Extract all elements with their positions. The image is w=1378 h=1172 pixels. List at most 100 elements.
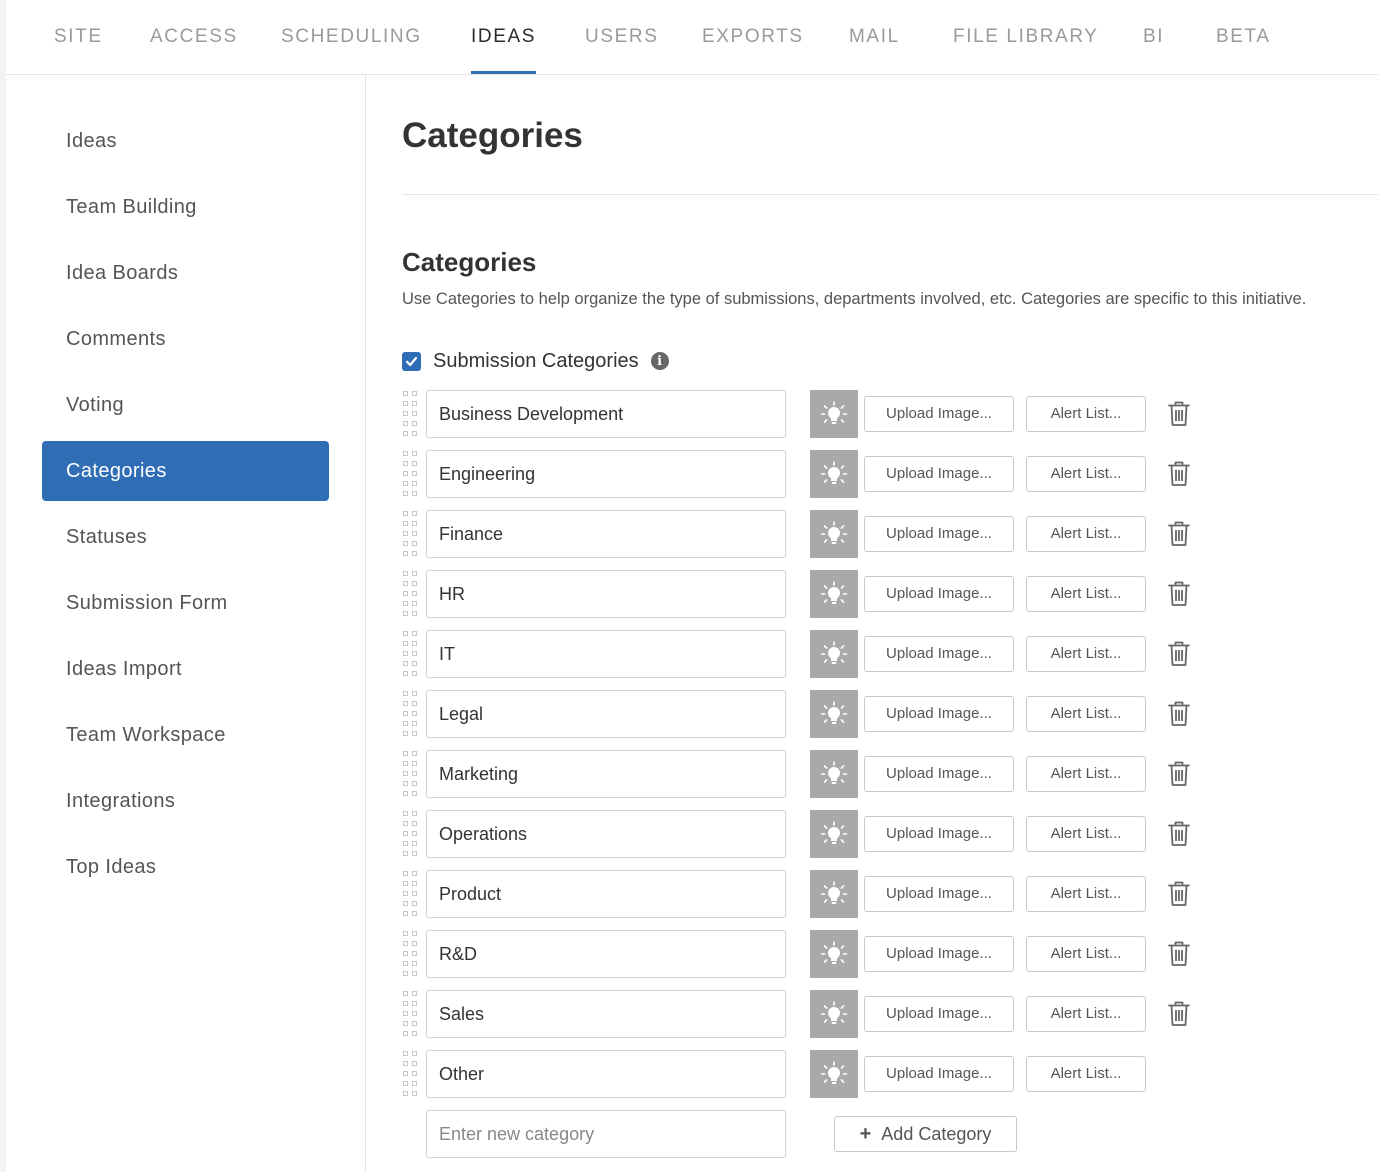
category-name-input[interactable]	[426, 750, 786, 798]
sidebar-item-integrations[interactable]: Integrations	[42, 771, 329, 831]
trash-icon[interactable]	[1168, 461, 1190, 487]
sidebar-item-submission-form[interactable]: Submission Form	[42, 573, 329, 633]
trash-icon[interactable]	[1168, 641, 1190, 667]
sidebar-item-comments[interactable]: Comments	[42, 309, 329, 369]
alert-list-button[interactable]: Alert List...	[1026, 1056, 1146, 1092]
tab-scheduling[interactable]: SCHEDULING	[281, 26, 422, 48]
lightbulb-icon	[820, 521, 848, 544]
alert-list-button[interactable]: Alert List...	[1026, 576, 1146, 612]
drag-handle-icon[interactable]	[402, 510, 420, 558]
trash-icon[interactable]	[1168, 821, 1190, 847]
category-name-input[interactable]	[426, 930, 786, 978]
trash-icon[interactable]	[1168, 401, 1190, 427]
drag-handle-icon[interactable]	[402, 570, 420, 618]
category-row: Upload Image... Alert List...	[402, 630, 1202, 678]
category-icon-button[interactable]	[810, 630, 858, 678]
drag-handle-icon[interactable]	[402, 810, 420, 858]
category-name-input[interactable]	[426, 390, 786, 438]
alert-list-button[interactable]: Alert List...	[1026, 456, 1146, 492]
sidebar-item-team-workspace[interactable]: Team Workspace	[42, 705, 329, 765]
tab-bi[interactable]: BI	[1143, 26, 1164, 48]
tab-ideas[interactable]: IDEAS	[471, 26, 537, 74]
info-icon[interactable]: i	[650, 352, 669, 370]
trash-icon[interactable]	[1168, 941, 1190, 967]
alert-list-button[interactable]: Alert List...	[1026, 396, 1146, 432]
tab-mail[interactable]: MAIL	[849, 26, 900, 48]
category-icon-button[interactable]	[810, 990, 858, 1038]
drag-handle-icon[interactable]	[402, 450, 420, 498]
alert-list-button[interactable]: Alert List...	[1026, 756, 1146, 792]
tab-users[interactable]: USERS	[585, 26, 658, 48]
drag-handle-icon[interactable]	[402, 1050, 420, 1098]
tab-site[interactable]: SITE	[54, 26, 103, 48]
upload-image-button[interactable]: Upload Image...	[864, 1056, 1014, 1092]
category-name-input[interactable]	[426, 690, 786, 738]
upload-image-button[interactable]: Upload Image...	[864, 696, 1014, 732]
sidebar-item-categories[interactable]: Categories	[42, 441, 329, 501]
trash-icon[interactable]	[1168, 881, 1190, 907]
category-name-input[interactable]	[426, 510, 786, 558]
trash-icon[interactable]	[1168, 581, 1190, 607]
trash-icon[interactable]	[1168, 521, 1190, 547]
drag-handle-icon[interactable]	[402, 390, 420, 438]
sidebar-item-ideas-import[interactable]: Ideas Import	[42, 639, 329, 699]
category-name-input[interactable]	[426, 990, 786, 1038]
category-name-input[interactable]	[426, 810, 786, 858]
trash-icon[interactable]	[1168, 701, 1190, 727]
tab-access[interactable]: ACCESS	[150, 26, 238, 48]
category-name-input[interactable]	[426, 630, 786, 678]
sidebar-item-statuses[interactable]: Statuses	[42, 507, 329, 567]
category-name-input[interactable]	[426, 870, 786, 918]
upload-image-button[interactable]: Upload Image...	[864, 456, 1014, 492]
upload-image-button[interactable]: Upload Image...	[864, 936, 1014, 972]
category-icon-button[interactable]	[810, 570, 858, 618]
upload-image-button[interactable]: Upload Image...	[864, 816, 1014, 852]
alert-list-button[interactable]: Alert List...	[1026, 996, 1146, 1032]
category-icon-button[interactable]	[810, 510, 858, 558]
drag-handle-icon[interactable]	[402, 690, 420, 738]
trash-icon[interactable]	[1168, 1001, 1190, 1027]
alert-list-button[interactable]: Alert List...	[1026, 936, 1146, 972]
tab-beta[interactable]: BETA	[1216, 26, 1271, 48]
category-name-input[interactable]	[426, 1050, 786, 1098]
category-icon-button[interactable]	[810, 810, 858, 858]
new-category-input[interactable]	[426, 1110, 786, 1158]
upload-image-button[interactable]: Upload Image...	[864, 876, 1014, 912]
alert-list-button[interactable]: Alert List...	[1026, 816, 1146, 852]
add-category-button[interactable]: + Add Category	[834, 1116, 1017, 1152]
drag-handle-icon[interactable]	[402, 990, 420, 1038]
sidebar-item-voting[interactable]: Voting	[42, 375, 329, 435]
upload-image-button[interactable]: Upload Image...	[864, 576, 1014, 612]
category-name-input[interactable]	[426, 570, 786, 618]
trash-icon[interactable]	[1168, 761, 1190, 787]
submission-categories-label[interactable]: Submission Categories	[433, 350, 639, 373]
upload-image-button[interactable]: Upload Image...	[864, 996, 1014, 1032]
upload-image-button[interactable]: Upload Image...	[864, 636, 1014, 672]
category-icon-button[interactable]	[810, 690, 858, 738]
upload-image-button[interactable]: Upload Image...	[864, 516, 1014, 552]
tab-exports[interactable]: EXPORTS	[702, 26, 804, 48]
drag-handle-icon[interactable]	[402, 930, 420, 978]
drag-handle-icon[interactable]	[402, 630, 420, 678]
upload-image-button[interactable]: Upload Image...	[864, 396, 1014, 432]
alert-list-button[interactable]: Alert List...	[1026, 876, 1146, 912]
category-icon-button[interactable]	[810, 1050, 858, 1098]
alert-list-button[interactable]: Alert List...	[1026, 516, 1146, 552]
submission-categories-checkbox[interactable]	[402, 351, 421, 371]
alert-list-button[interactable]: Alert List...	[1026, 696, 1146, 732]
sidebar-item-idea-boards[interactable]: Idea Boards	[42, 243, 329, 303]
category-name-input[interactable]	[426, 450, 786, 498]
sidebar-item-top-ideas[interactable]: Top Ideas	[42, 837, 329, 897]
sidebar-item-team-building[interactable]: Team Building	[42, 177, 329, 237]
category-icon-button[interactable]	[810, 450, 858, 498]
drag-handle-icon[interactable]	[402, 750, 420, 798]
tab-file-library[interactable]: FILE LIBRARY	[953, 26, 1099, 48]
category-icon-button[interactable]	[810, 870, 858, 918]
category-icon-button[interactable]	[810, 750, 858, 798]
drag-handle-icon[interactable]	[402, 870, 420, 918]
upload-image-button[interactable]: Upload Image...	[864, 756, 1014, 792]
category-icon-button[interactable]	[810, 390, 858, 438]
category-icon-button[interactable]	[810, 930, 858, 978]
alert-list-button[interactable]: Alert List...	[1026, 636, 1146, 672]
sidebar-item-ideas[interactable]: Ideas	[42, 111, 329, 171]
